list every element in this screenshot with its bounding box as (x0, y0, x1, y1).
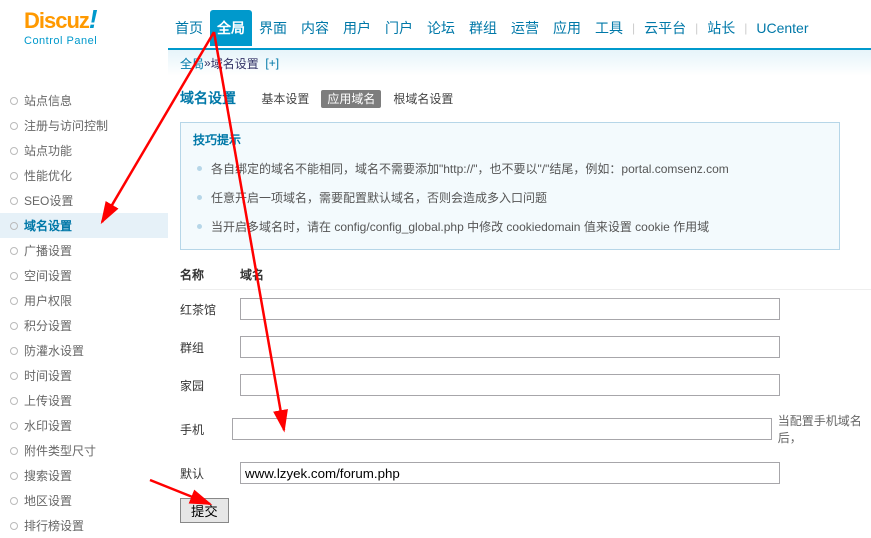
sidebar-item-label: 地区设置 (24, 494, 72, 508)
header-name: 名称 (180, 266, 240, 283)
domain-input-4[interactable] (240, 462, 780, 484)
tip-item: 任意开启一项域名，需要配置默认域名，否则会造成多入口问题 (197, 183, 827, 212)
domain-input-3[interactable] (232, 418, 772, 440)
topnav-item-6[interactable]: 论坛 (420, 10, 462, 46)
domain-form: 名称 域名 红茶馆群组家园手机 当配置手机域名后， 默认 提交 (180, 260, 871, 523)
sidebar-item[interactable]: 排行榜设置 (0, 513, 168, 538)
sidebar: 站点信息注册与访问控制站点功能性能优化 SEO设置域名设置广播设置空间设置用户权限… (0, 76, 168, 538)
logo-brand: Discuz (24, 8, 89, 33)
form-row: 群组 (180, 328, 871, 366)
tips-title: 技巧提示 (193, 131, 827, 148)
sidebar-item[interactable]: 防灌水设置 (0, 338, 168, 363)
sidebar-item-label: 附件类型尺寸 (24, 444, 96, 458)
breadcrumb-sep: » (204, 56, 211, 70)
sidebar-item[interactable]: SEO设置 (0, 188, 168, 213)
sidebar-item-label: 水印设置 (24, 419, 72, 433)
sidebar-item-label: 广播设置 (24, 244, 72, 258)
domain-input-1[interactable] (240, 336, 780, 358)
sidebar-item-label: 站点信息 (24, 94, 72, 108)
sidebar-item[interactable]: 搜索设置 (0, 463, 168, 488)
breadcrumb-root[interactable]: 全局 (180, 55, 204, 72)
sidebar-item[interactable]: 积分设置 (0, 313, 168, 338)
form-row: 家园 (180, 366, 871, 404)
breadcrumb-more[interactable]: [+] (265, 56, 279, 70)
row-label: 红茶馆 (180, 301, 240, 318)
topnav-item-3[interactable]: 内容 (294, 10, 336, 46)
sidebar-item-label: 排行榜设置 (24, 519, 84, 533)
sidebar-item[interactable]: 站点信息 (0, 88, 168, 113)
domain-input-0[interactable] (240, 298, 780, 320)
subtab-2[interactable]: 根域名设置 (393, 92, 453, 106)
topnav-item-13[interactable]: UCenter (749, 12, 815, 44)
sidebar-item-label: 时间设置 (24, 369, 72, 383)
topnav-item-11[interactable]: 云平台 (637, 10, 693, 46)
sidebar-item-label: 上传设置 (24, 394, 72, 408)
sidebar-item-label: 防灌水设置 (24, 344, 84, 358)
topnav-item-12[interactable]: 站长 (700, 10, 742, 46)
topnav-item-2[interactable]: 界面 (252, 10, 294, 46)
sidebar-item-label: 积分设置 (24, 319, 72, 333)
section-title-row: 域名设置 基本设置应用域名根域名设置 (180, 88, 871, 108)
domain-input-2[interactable] (240, 374, 780, 396)
tip-item: 当开启多域名时，请在 config/config_global.php 中修改 … (197, 212, 827, 241)
sidebar-item[interactable]: 站点功能 (0, 138, 168, 163)
logo-bang: ! (89, 4, 98, 34)
sidebar-item[interactable]: 水印设置 (0, 413, 168, 438)
sidebar-item[interactable]: 附件类型尺寸 (0, 438, 168, 463)
row-hint: 当配置手机域名后， (778, 412, 871, 446)
tip-item: 各自绑定的域名不能相同，域名不需要添加"http://"，也不要以"/"结尾，例… (197, 154, 827, 183)
sidebar-item[interactable]: 注册与访问控制 (0, 113, 168, 138)
sidebar-item[interactable]: 时间设置 (0, 363, 168, 388)
sidebar-item-label: 空间设置 (24, 269, 72, 283)
topnav-item-7[interactable]: 群组 (462, 10, 504, 46)
sidebar-item-label: 性能优化 (24, 169, 72, 183)
sidebar-item-label: 域名设置 (24, 219, 72, 233)
sidebar-item-label: 站点功能 (24, 144, 72, 158)
sidebar-item-label: 用户权限 (24, 294, 72, 308)
sidebar-item[interactable]: 用户权限 (0, 288, 168, 313)
breadcrumb-page: 域名设置 (211, 55, 259, 72)
subtab-0[interactable]: 基本设置 (261, 92, 309, 106)
table-header: 名称 域名 (180, 260, 871, 290)
sidebar-item[interactable]: 域名设置 (0, 213, 168, 238)
logo: Discuz! Control Panel (0, 0, 168, 48)
topnav-item-10[interactable]: 工具 (588, 10, 630, 46)
topnav-item-1[interactable]: 全局 (210, 10, 252, 46)
top-nav: 首页全局界面内容用户门户论坛群组运营应用工具|云平台|站长|UCenter (168, 0, 871, 48)
sidebar-item[interactable]: 上传设置 (0, 388, 168, 413)
logo-subtitle: Control Panel (24, 35, 168, 47)
topnav-item-5[interactable]: 门户 (378, 10, 420, 46)
subtab-1[interactable]: 应用域名 (321, 90, 381, 108)
sidebar-item[interactable]: 地区设置 (0, 488, 168, 513)
row-label: 手机 (180, 421, 232, 438)
form-row: 红茶馆 (180, 290, 871, 328)
row-label: 家园 (180, 377, 240, 394)
sidebar-item-label: 搜索设置 (24, 469, 72, 483)
topnav-item-4[interactable]: 用户 (336, 10, 378, 46)
topnav-item-9[interactable]: 应用 (546, 10, 588, 46)
breadcrumb: 全局 » 域名设置 [+] (168, 48, 871, 76)
sidebar-item[interactable]: 空间设置 (0, 263, 168, 288)
page-title: 域名设置 (180, 90, 236, 106)
submit-button[interactable]: 提交 (180, 498, 229, 523)
sidebar-item[interactable]: 性能优化 (0, 163, 168, 188)
content-area: 域名设置 基本设置应用域名根域名设置 技巧提示 各自绑定的域名不能相同，域名不需… (168, 76, 871, 538)
header-domain: 域名 (240, 266, 264, 283)
topnav-item-8[interactable]: 运营 (504, 10, 546, 46)
form-row: 默认 (180, 454, 871, 492)
row-label: 默认 (180, 465, 240, 482)
sidebar-item-label: 注册与访问控制 (24, 119, 108, 133)
tips-box: 技巧提示 各自绑定的域名不能相同，域名不需要添加"http://"，也不要以"/… (180, 122, 840, 250)
topnav-item-0[interactable]: 首页 (168, 10, 210, 46)
sidebar-item-label: SEO设置 (24, 194, 73, 208)
row-label: 群组 (180, 339, 240, 356)
form-row: 手机 当配置手机域名后， (180, 404, 871, 454)
sidebar-item[interactable]: 广播设置 (0, 238, 168, 263)
